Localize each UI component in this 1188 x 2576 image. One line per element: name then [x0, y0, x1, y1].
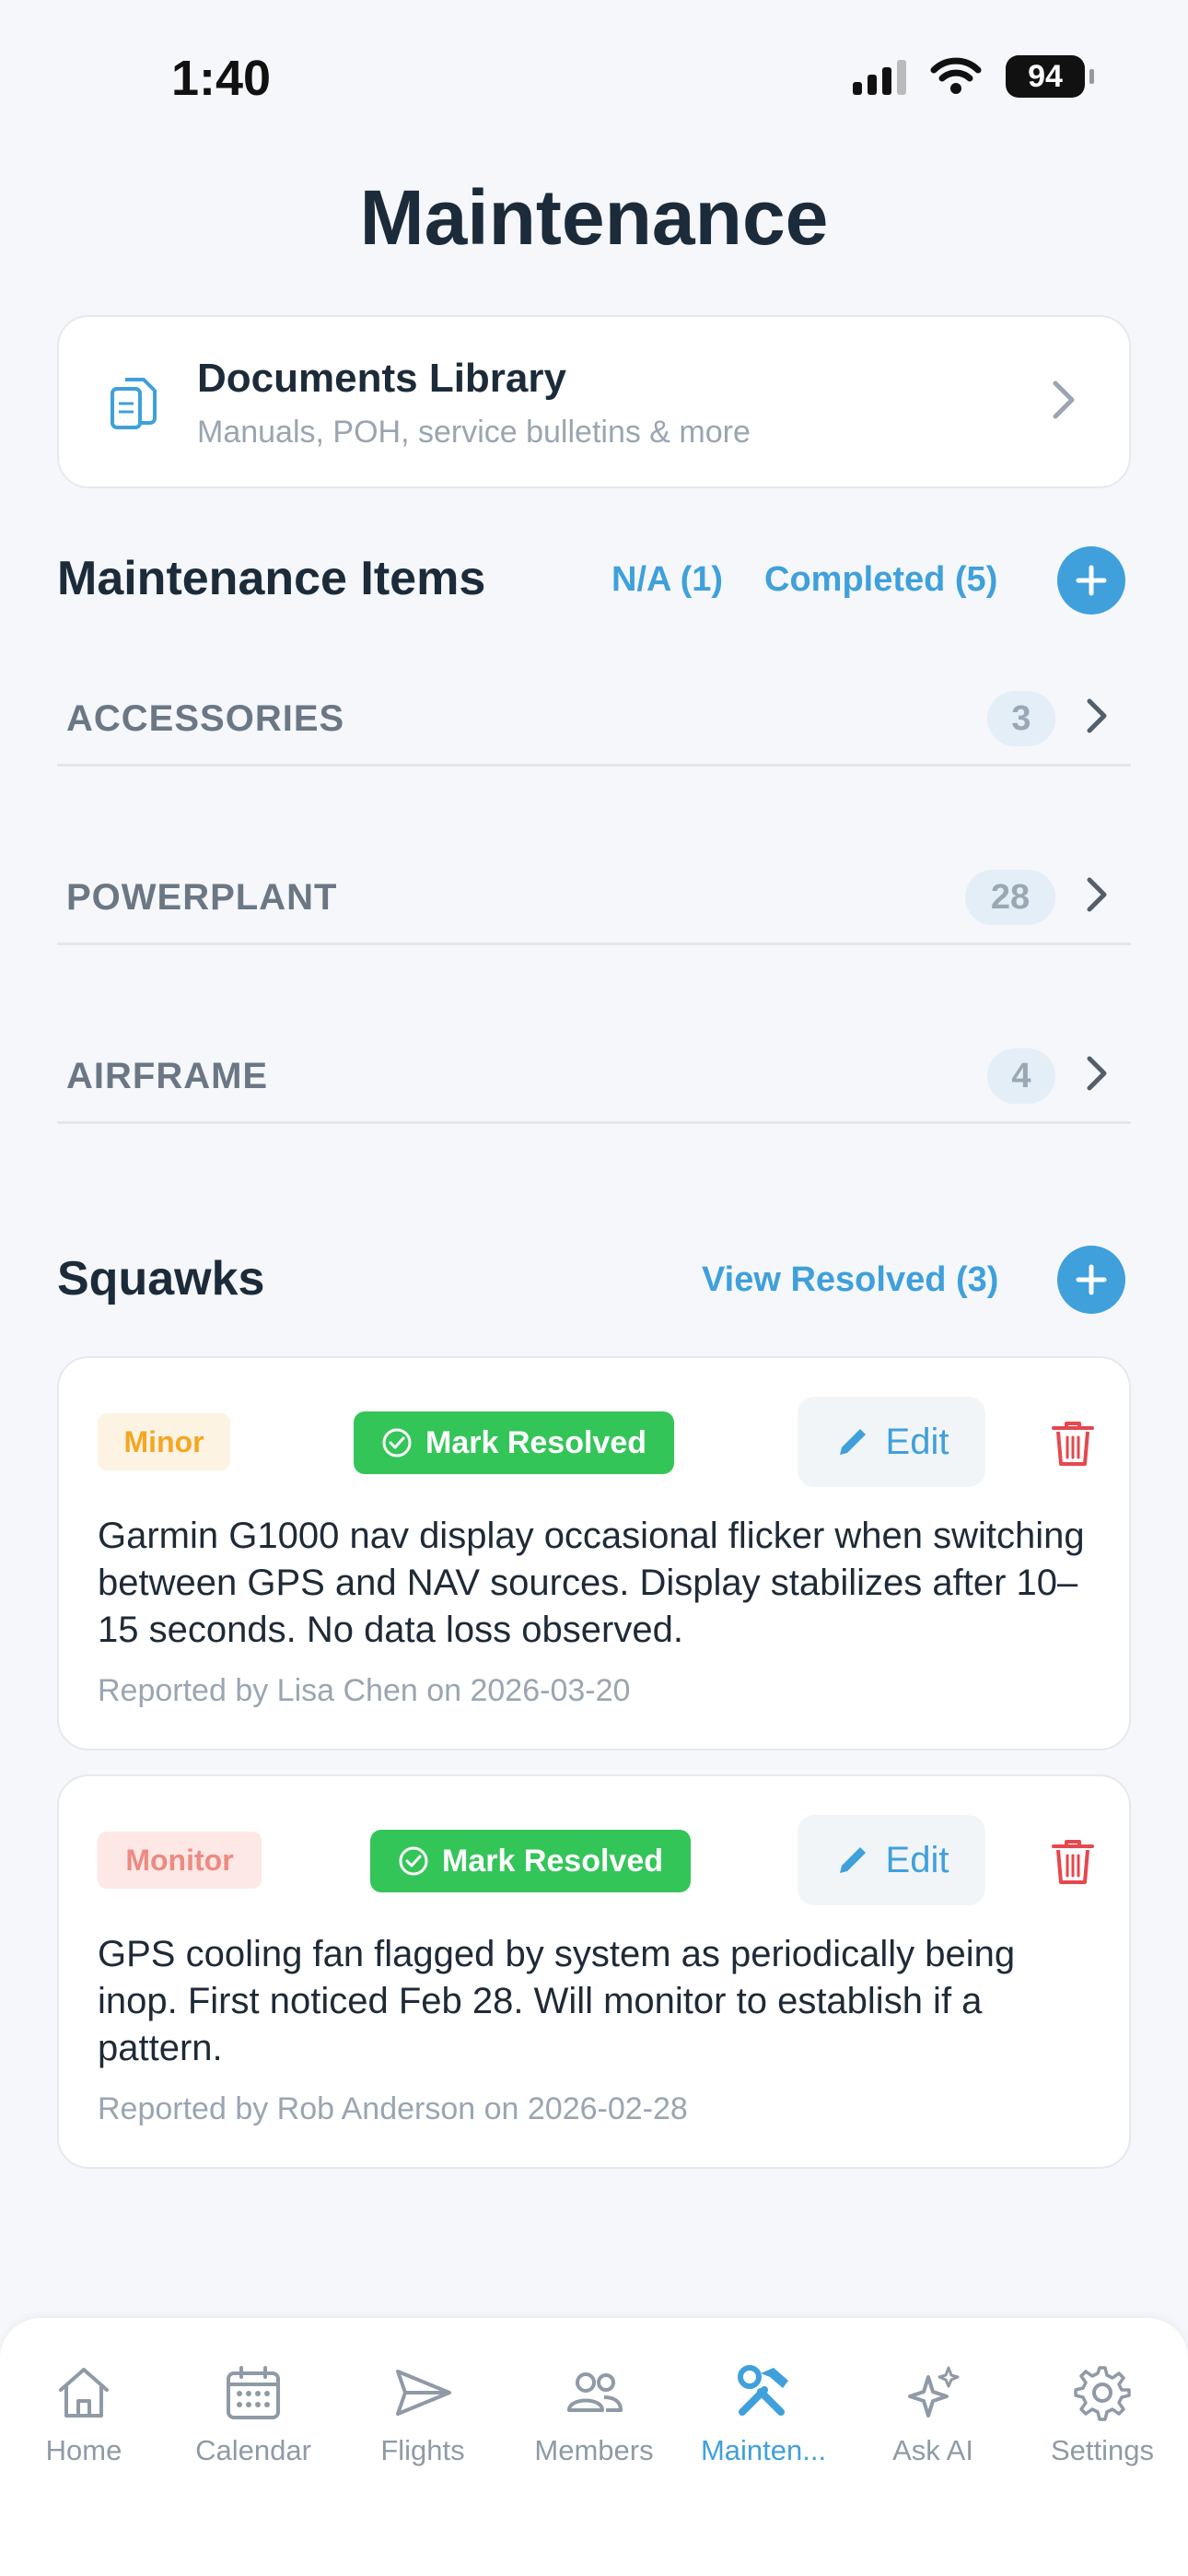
- mark-resolved-button[interactable]: Mark Resolved: [370, 1830, 691, 1892]
- category-count-badge: 4: [987, 1048, 1055, 1104]
- tab-label: Members: [534, 2434, 654, 2466]
- tab-members[interactable]: Members: [516, 2364, 672, 2467]
- chevron-right-icon: [1053, 381, 1075, 419]
- pencil-icon: [839, 1847, 866, 1873]
- battery-icon: 94: [1006, 55, 1094, 98]
- tab-label: Settings: [1050, 2434, 1154, 2466]
- plus-icon: [1076, 565, 1107, 596]
- category-row-accessories[interactable]: ACCESSORIES 3: [57, 665, 1131, 767]
- trash-icon[interactable]: [1050, 1837, 1096, 1887]
- severity-badge: Minor: [98, 1413, 230, 1470]
- na-link[interactable]: N/A (1): [611, 560, 723, 600]
- edit-button[interactable]: Edit: [798, 1397, 985, 1487]
- view-resolved-link[interactable]: View Resolved (3): [702, 1260, 998, 1300]
- documents-title: Documents Library: [197, 356, 566, 401]
- page-title: Maintenance: [359, 174, 829, 261]
- chevron-right-icon: [1087, 877, 1107, 912]
- paper-plane-icon: [396, 2370, 451, 2416]
- cellular-signal-icon: [853, 58, 906, 95]
- mark-resolved-label: Mark Resolved: [442, 1843, 663, 1879]
- tab-ask-ai[interactable]: Ask AI: [855, 2364, 1011, 2467]
- edit-label: Edit: [885, 1421, 949, 1462]
- check-circle-icon: [382, 1428, 412, 1458]
- squawk-card: Minor Mark Resolved Edit Garmin G1000 na…: [57, 1356, 1131, 1751]
- mark-resolved-button[interactable]: Mark Resolved: [354, 1411, 674, 1474]
- squawk-reported: Reported by Rob Anderson on 2026-02-28: [98, 2091, 688, 2126]
- tab-flights[interactable]: Flights: [344, 2364, 501, 2467]
- sparkles-icon: [908, 2366, 960, 2418]
- squawks-title: Squawks: [57, 1252, 265, 1306]
- category-label: ACCESSORIES: [66, 698, 345, 739]
- mark-resolved-label: Mark Resolved: [425, 1424, 646, 1460]
- squawk-reported: Reported by Lisa Chen on 2026-03-20: [98, 1673, 631, 1708]
- category-count-badge: 3: [987, 691, 1055, 746]
- category-label: POWERPLANT: [66, 877, 338, 918]
- members-icon: [567, 2372, 623, 2412]
- status-icons: 94: [853, 55, 1094, 98]
- tab-maintenance[interactable]: Mainten...: [685, 2364, 842, 2467]
- check-circle-icon: [399, 1846, 428, 1876]
- tab-calendar[interactable]: Calendar: [175, 2364, 332, 2467]
- chevron-right-icon: [1087, 1056, 1107, 1091]
- chevron-right-icon: [1087, 698, 1107, 733]
- category-count-badge: 28: [965, 870, 1055, 925]
- squawk-card: Monitor Mark Resolved Edit GPS cooling f…: [57, 1774, 1131, 2169]
- documents-subtitle: Manuals, POH, service bulletins & more: [197, 415, 751, 450]
- tab-bar: Home Calendar Flights Members Mainten...…: [0, 2318, 1188, 2576]
- add-squawk-button[interactable]: [1057, 1246, 1125, 1314]
- documents-library-card[interactable]: Documents Library Manuals, POH, service …: [57, 315, 1131, 488]
- battery-level: 94: [1028, 58, 1063, 94]
- tab-label: Home: [45, 2434, 122, 2466]
- maintenance-items-title: Maintenance Items: [57, 552, 486, 605]
- squawk-description: Garmin G1000 nav display occasional flic…: [98, 1516, 1085, 1650]
- squawk-description: GPS cooling fan flagged by system as per…: [98, 1934, 1016, 2068]
- pencil-icon: [839, 1429, 866, 1455]
- plus-icon: [1076, 1264, 1107, 1295]
- edit-button[interactable]: Edit: [798, 1815, 985, 1905]
- category-label: AIRFRAME: [66, 1056, 269, 1096]
- tab-label: Ask AI: [892, 2434, 973, 2466]
- tab-label: Calendar: [195, 2434, 311, 2466]
- wifi-icon: [930, 57, 982, 94]
- tab-label: Mainten...: [700, 2434, 827, 2466]
- tab-label: Flights: [380, 2434, 465, 2466]
- tab-home[interactable]: Home: [6, 2364, 162, 2467]
- home-icon: [59, 2368, 109, 2418]
- documents-icon: [111, 378, 157, 429]
- category-row-powerplant[interactable]: POWERPLANT 28: [57, 844, 1131, 945]
- tab-settings[interactable]: Settings: [1024, 2364, 1181, 2467]
- category-row-airframe[interactable]: AIRFRAME 4: [57, 1023, 1131, 1124]
- trash-icon[interactable]: [1050, 1419, 1096, 1469]
- add-maintenance-item-button[interactable]: [1057, 546, 1125, 615]
- completed-link[interactable]: Completed (5): [764, 560, 997, 600]
- calendar-icon: [227, 2366, 280, 2419]
- wrench-hammer-icon: [738, 2365, 788, 2416]
- status-time: 1:40: [171, 51, 272, 106]
- edit-label: Edit: [885, 1839, 949, 1880]
- gear-icon: [1074, 2366, 1131, 2421]
- severity-badge: Monitor: [98, 1832, 262, 1889]
